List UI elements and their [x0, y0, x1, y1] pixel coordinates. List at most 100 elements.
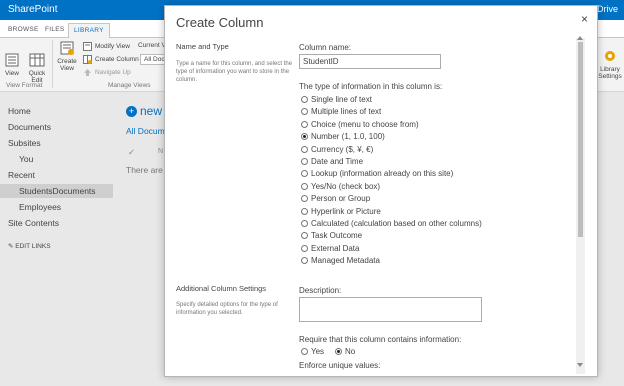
radio-selected-icon	[335, 348, 342, 355]
type-option-radio[interactable]: Lookup (information already on this site…	[301, 169, 453, 180]
radio-icon	[301, 220, 308, 227]
type-option-radio[interactable]: Hyperlink or Picture	[301, 207, 381, 218]
ribbon-separator	[52, 40, 53, 88]
radio-icon	[301, 195, 308, 203]
type-option-radio[interactable]: Calculated (calculation based on other c…	[301, 219, 482, 230]
radio-icon	[301, 96, 308, 103]
quick-edit-button[interactable]: Quick Edit	[25, 52, 49, 84]
column-name-label: Column name:	[299, 43, 352, 52]
create-column-label: Create Column	[95, 56, 139, 64]
radio-icon	[301, 232, 308, 240]
edit-links-label: EDIT LINKS	[15, 243, 51, 250]
require-yes-radio[interactable]: Yes	[301, 347, 324, 358]
type-option-radio[interactable]: Managed Metadata	[301, 256, 380, 267]
nav-subsites[interactable]: Subsites	[8, 138, 41, 148]
radio-icon	[301, 170, 308, 178]
type-option-label: Choice (menu to choose from)	[311, 119, 419, 129]
navigate-up-label: Navigate Up	[95, 69, 131, 77]
description-label: Description:	[299, 286, 342, 295]
name-type-description: Type a name for this column, and select …	[176, 61, 293, 83]
plus-icon: +	[126, 106, 137, 117]
library-settings-button[interactable]: Library Settings	[596, 48, 624, 80]
name-column-header[interactable]: N	[158, 148, 163, 155]
create-view-icon	[60, 41, 74, 55]
group-manage-views: Manage Views	[108, 82, 151, 89]
modify-view-icon	[83, 42, 92, 51]
scroll-down-arrow-icon[interactable]	[577, 363, 583, 367]
quick-edit-icon	[29, 53, 45, 67]
library-settings-label: Library Settings	[598, 66, 622, 80]
type-option-radio[interactable]: Choice (menu to choose from)	[301, 120, 419, 131]
left-nav	[0, 92, 120, 386]
type-option-label: Yes/No (check box)	[311, 181, 381, 191]
view-button[interactable]: View	[2, 52, 22, 77]
nav-you[interactable]: You	[19, 154, 33, 164]
require-no-radio[interactable]: No	[335, 347, 355, 358]
scroll-up-arrow-icon[interactable]	[577, 36, 583, 40]
description-input[interactable]	[299, 297, 482, 322]
additional-settings-heading: Additional Column Settings	[176, 284, 267, 293]
require-no-label: No	[345, 347, 356, 356]
radio-icon	[301, 120, 308, 128]
nav-employees[interactable]: Employees	[19, 202, 61, 212]
current-view-value: All Doc	[144, 56, 165, 63]
radio-selected-icon	[301, 133, 308, 141]
create-column-dialog: Create Column × Name and Type Type a nam…	[164, 5, 598, 377]
type-option-label: Number (1, 1.0, 100)	[311, 132, 385, 142]
type-option-radio[interactable]: Person or Group	[301, 194, 370, 205]
column-name-input[interactable]: StudentID	[299, 54, 441, 69]
check-icon: ✓	[128, 147, 136, 157]
dialog-title: Create Column	[176, 15, 264, 30]
type-option-label: Date and Time	[311, 157, 364, 166]
create-column-button[interactable]: Create Column	[83, 55, 139, 64]
tab-browse[interactable]: BROWSE	[3, 23, 44, 38]
new-document-link[interactable]: + new	[126, 104, 162, 118]
create-view-button[interactable]: Create View	[55, 40, 79, 72]
type-option-radio[interactable]: Single line of text	[301, 95, 372, 106]
radio-icon	[301, 207, 308, 215]
nav-home[interactable]: Home	[8, 106, 31, 116]
radio-icon	[301, 257, 308, 265]
view-icon	[5, 53, 19, 67]
suite-brand[interactable]: SharePoint	[8, 4, 57, 15]
create-view-label: Create View	[57, 58, 77, 72]
edit-links[interactable]: ✎ EDIT LINKS	[8, 242, 51, 250]
new-label: new	[140, 104, 163, 118]
type-option-radio[interactable]: External Data	[301, 244, 359, 255]
enforce-unique-label: Enforce unique values:	[299, 361, 381, 370]
current-view-select[interactable]: All Doc	[140, 54, 166, 65]
type-option-label: Person or Group	[311, 194, 371, 204]
tab-files[interactable]: FILES	[40, 23, 70, 38]
nav-documents[interactable]: Documents	[8, 122, 51, 132]
type-option-label: Hyperlink or Picture	[311, 206, 381, 216]
current-view-label: Current V	[138, 42, 166, 49]
type-option-label: Single line of text	[311, 95, 372, 104]
all-documents-view[interactable]: All Docume	[126, 126, 169, 136]
type-option-radio[interactable]: Task Outcome	[301, 231, 362, 242]
radio-icon	[301, 348, 308, 355]
radio-icon	[301, 145, 308, 153]
group-view-format: View Format	[6, 82, 43, 89]
nav-recent[interactable]: Recent	[8, 170, 35, 180]
modify-view-button[interactable]: Modify View	[83, 42, 130, 51]
suite-drive-link[interactable]: Drive	[597, 4, 618, 14]
nav-studentsdocuments[interactable]: StudentsDocuments	[19, 186, 96, 196]
create-column-icon	[83, 55, 92, 64]
nav-site-contents[interactable]: Site Contents	[8, 218, 59, 228]
radio-icon	[301, 108, 308, 116]
type-option-radio[interactable]: Number (1, 1.0, 100)	[301, 132, 385, 143]
type-option-radio[interactable]: Multiple lines of text	[301, 107, 381, 118]
type-option-radio[interactable]: Currency ($, ¥, €)	[301, 145, 373, 156]
navigate-up-icon	[84, 69, 91, 76]
dialog-scrollbar-thumb[interactable]	[578, 42, 583, 237]
tab-library[interactable]: LIBRARY	[68, 23, 110, 39]
radio-icon	[301, 158, 308, 165]
type-option-label: Multiple lines of text	[311, 107, 382, 117]
close-icon[interactable]: ×	[581, 12, 588, 26]
navigate-up-button[interactable]: Navigate Up	[83, 68, 131, 77]
empty-message: There are	[126, 165, 163, 175]
type-option-radio[interactable]: Yes/No (check box)	[301, 182, 380, 193]
require-yes-label: Yes	[311, 347, 325, 356]
type-option-label: Calculated (calculation based on other c…	[311, 219, 482, 228]
type-option-radio[interactable]: Date and Time	[301, 157, 363, 168]
